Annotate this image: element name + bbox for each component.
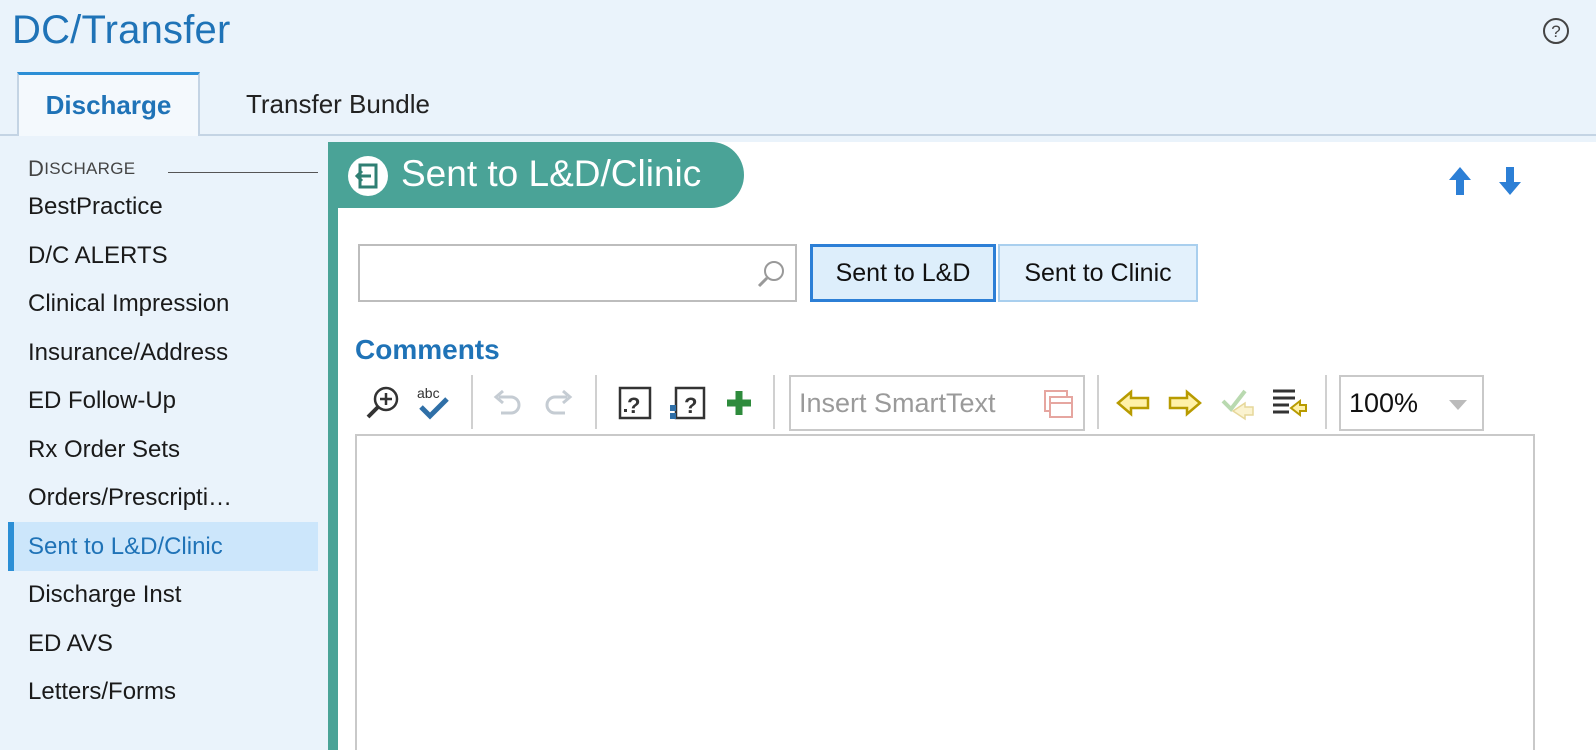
comments-label: Comments [355, 334, 500, 365]
sidebar-item-discharge-inst[interactable]: Discharge Inst [8, 570, 318, 619]
smarttext-list-icon[interactable] [1041, 387, 1075, 421]
previous-blank-icon[interactable]: ? [667, 383, 707, 423]
toolbar-divider [471, 375, 473, 429]
insert-smarttext-placeholder: Insert SmartText [799, 387, 996, 418]
move-down-arrow-icon[interactable] [1496, 164, 1524, 198]
sidebar-header-rest: ISCHARGE [44, 159, 136, 178]
sidebar-item-rx-order-sets[interactable]: Rx Order Sets [8, 425, 318, 474]
sidebar-item-label: D/C ALERTS [28, 241, 168, 269]
sidebar-item-orders-prescriptions[interactable]: Orders/Prescripti… [8, 473, 318, 522]
sidebar-item-label: Insurance/Address [28, 338, 229, 366]
toolbar-divider [595, 375, 597, 429]
insert-smarttext-field[interactable]: Insert SmartText [789, 375, 1085, 431]
sidebar-item-label: Clinical Impression [28, 289, 230, 317]
sidebar-item-label: ED Follow-Up [28, 386, 177, 414]
sidebar: D ISCHARGE BestPractice D/C ALERTS Clinic… [0, 136, 318, 750]
undo-icon[interactable] [487, 383, 527, 423]
accept-check-icon[interactable] [1217, 383, 1257, 423]
comments-editor[interactable] [355, 434, 1535, 750]
page-title: DC/Transfer [12, 8, 231, 52]
zoom-select[interactable]: 100% [1339, 375, 1484, 431]
tab-transfer-bundle[interactable]: Transfer Bundle [218, 72, 458, 136]
sidebar-item-dc-alerts[interactable]: D/C ALERTS [8, 231, 318, 280]
sidebar-section-header: D ISCHARGE [28, 156, 136, 181]
sidebar-item-insurance-address[interactable]: Insurance/Address [8, 328, 318, 377]
sidebar-item-label: Sent to L&D/Clinic [28, 532, 223, 560]
sent-to-clinic-button-label: Sent to Clinic [1024, 258, 1172, 287]
sidebar-item-letters-forms[interactable]: Letters/Forms [8, 667, 318, 716]
sent-to-clinic-button[interactable]: Sent to Clinic [998, 244, 1198, 302]
sidebar-item-label: Rx Order Sets [28, 435, 181, 463]
help-icon[interactable]: ? [1541, 16, 1571, 46]
toolbar-divider [1097, 375, 1099, 429]
redo-icon[interactable] [539, 383, 579, 423]
svg-text:?: ? [1551, 22, 1560, 41]
previous-field-arrow-icon[interactable] [1113, 383, 1153, 423]
tab-discharge-label: Discharge [45, 90, 172, 120]
sent-to-ld-button[interactable]: Sent to L&D [810, 244, 996, 302]
spellcheck-icon[interactable]: abc [413, 383, 453, 423]
exit-door-icon [348, 156, 388, 196]
svg-text:?: ? [627, 393, 640, 418]
move-up-arrow-icon[interactable] [1446, 164, 1474, 198]
search-icon [757, 261, 784, 288]
section-title: Sent to L&D/Clinic [401, 153, 702, 194]
svg-text:?: ? [684, 393, 697, 418]
sent-to-ld-button-label: Sent to L&D [835, 258, 971, 287]
sidebar-item-label: ED AVS [28, 629, 113, 657]
sidebar-item-sent-to-ld-clinic[interactable]: Sent to L&D/Clinic [8, 522, 318, 571]
toolbar-divider [773, 375, 775, 429]
sidebar-item-label: Orders/Prescripti… [28, 483, 233, 511]
section-header: Sent to L&D/Clinic [338, 142, 744, 208]
list-next-icon[interactable] [1269, 383, 1309, 423]
sidebar-item-ed-avs[interactable]: ED AVS [8, 619, 318, 668]
zoom-value: 100% [1349, 387, 1419, 418]
chevron-down-icon [1449, 400, 1467, 410]
zoom-in-icon[interactable] [363, 383, 403, 423]
search-input[interactable] [358, 244, 797, 302]
add-plus-icon[interactable] [719, 383, 759, 423]
sidebar-header-rule [168, 172, 318, 173]
sidebar-item-clinical-impression[interactable]: Clinical Impression [8, 279, 318, 328]
comments-toolbar: abc ? ? Insert SmartText 100% [355, 373, 1535, 431]
next-blank-icon[interactable]: ? [615, 383, 655, 423]
section-accent-bar [328, 142, 338, 750]
sidebar-item-label: Letters/Forms [28, 677, 177, 705]
svg-text:abc: abc [417, 385, 440, 401]
next-field-arrow-icon[interactable] [1165, 383, 1205, 423]
sidebar-item-bestpractice[interactable]: BestPractice [8, 182, 318, 231]
sidebar-item-ed-follow-up[interactable]: ED Follow-Up [8, 376, 318, 425]
sidebar-item-label: BestPractice [28, 192, 163, 220]
sidebar-item-label: Discharge Inst [28, 580, 182, 608]
tab-discharge[interactable]: Discharge [17, 72, 200, 136]
tab-transfer-bundle-label: Transfer Bundle [245, 88, 431, 119]
toolbar-divider [1325, 375, 1327, 429]
